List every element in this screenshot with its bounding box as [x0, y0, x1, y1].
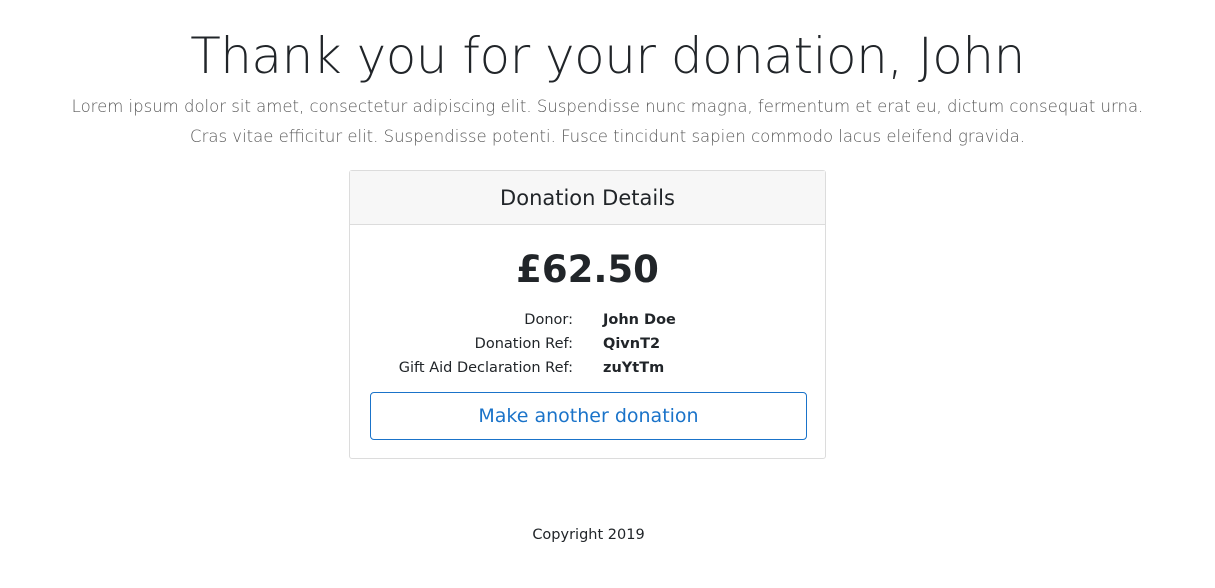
detail-label: Donation Ref: — [474, 336, 573, 352]
detail-label: Donor: — [524, 312, 573, 328]
lead-line-2: Cras vitae efficitur elit. Suspendisse p… — [190, 127, 1025, 146]
detail-value: QivnT2 — [603, 336, 661, 352]
detail-value: John Doe — [603, 312, 676, 328]
copyright-footer: Copyright 2019 — [532, 527, 645, 543]
page-title: Thank you for your donation, John — [190, 27, 1025, 85]
lead-line-1: Lorem ipsum dolor sit amet, consectetur … — [71, 97, 1144, 116]
make-another-donation-button[interactable]: Make another donation — [370, 392, 807, 440]
detail-label: Gift Aid Declaration Ref: — [398, 360, 573, 376]
donation-details-card: Donation Details £62.50 Donor: John Doe … — [349, 170, 826, 459]
card-header: Donation Details — [350, 171, 825, 225]
detail-row-gift-aid-ref: Gift Aid Declaration Ref: zuYtTm — [350, 356, 825, 380]
donation-amount: £62.50 — [516, 248, 659, 291]
page: Thank you for your donation, John Lorem … — [0, 0, 1215, 588]
detail-row-donor: Donor: John Doe — [350, 308, 825, 332]
detail-row-donation-ref: Donation Ref: QivnT2 — [350, 332, 825, 356]
hero-section: Thank you for your donation, John Lorem … — [0, 0, 1215, 152]
lead-text: Lorem ipsum dolor sit amet, consectetur … — [43, 92, 1173, 152]
donation-details-list: Donor: John Doe Donation Ref: QivnT2 Gif… — [350, 308, 825, 380]
detail-value: zuYtTm — [603, 360, 665, 376]
